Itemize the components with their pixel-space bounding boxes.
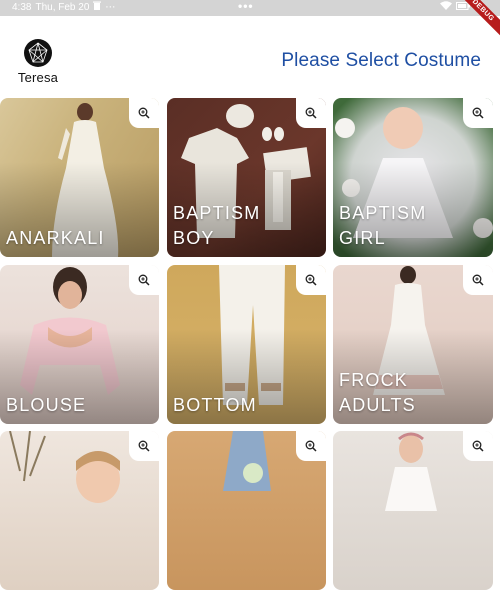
costume-card-anarkali[interactable]: ANARKALI xyxy=(0,98,159,257)
zoom-button[interactable] xyxy=(129,98,159,128)
page-title: Please Select Costume xyxy=(281,50,481,71)
zoom-button[interactable] xyxy=(296,431,326,461)
costume-label: BLOUSE xyxy=(6,395,87,415)
status-date: Thu, Feb 20 xyxy=(35,1,90,13)
app-header: Teresa Please Select Costume xyxy=(0,16,500,96)
brand-name: Teresa xyxy=(17,70,59,85)
zoom-button[interactable] xyxy=(296,265,326,295)
wifi-icon xyxy=(440,1,452,13)
costume-card-bottom[interactable]: BOTTOM xyxy=(167,265,326,424)
zoom-in-icon xyxy=(138,107,150,119)
costume-label: FROCK ADULTS xyxy=(339,370,416,415)
zoom-in-icon xyxy=(305,440,317,452)
costume-label: BAPTISM GIRL xyxy=(339,203,427,248)
zoom-in-icon xyxy=(138,274,150,286)
costume-card-white-gown[interactable] xyxy=(333,431,493,590)
costume-label: BAPTISM BOY xyxy=(173,203,261,248)
status-right xyxy=(440,1,470,13)
zoom-in-icon xyxy=(472,107,484,119)
zoom-button[interactable] xyxy=(463,431,493,461)
status-time: 4:38 xyxy=(12,1,32,13)
zoom-button[interactable] xyxy=(463,265,493,295)
trash-icon xyxy=(93,1,102,13)
costume-card-baptism-boy[interactable]: BAPTISM BOY xyxy=(167,98,326,257)
zoom-in-icon xyxy=(305,274,317,286)
zoom-button[interactable] xyxy=(129,265,159,295)
status-bar: 4:38 Thu, Feb 20 ⋯ ••• DEBUG xyxy=(0,0,500,40)
status-left: 4:38 Thu, Feb 20 ⋯ xyxy=(12,1,115,13)
costume-card-blouse[interactable]: BLOUSE xyxy=(0,265,159,424)
zoom-button[interactable] xyxy=(129,431,159,461)
costume-card-baptism-girl[interactable]: BAPTISM GIRL xyxy=(333,98,493,257)
brand-logo: Teresa xyxy=(14,38,62,85)
zoom-button[interactable] xyxy=(463,98,493,128)
diamond-logo-icon xyxy=(24,39,52,67)
costume-card-blue-dress[interactable] xyxy=(167,431,326,590)
costume-label: ANARKALI xyxy=(6,228,105,248)
zoom-in-icon xyxy=(472,274,484,286)
zoom-button[interactable] xyxy=(296,98,326,128)
zoom-in-icon xyxy=(305,107,317,119)
costume-card-frock-adults[interactable]: FROCK ADULTS xyxy=(333,265,493,424)
zoom-in-icon xyxy=(138,440,150,452)
zoom-in-icon xyxy=(472,440,484,452)
costume-card-kids[interactable] xyxy=(0,431,159,590)
more-notifications-icon: ⋯ xyxy=(105,1,116,13)
status-center-dots: ••• xyxy=(238,0,254,13)
costume-label: BOTTOM xyxy=(173,395,257,415)
